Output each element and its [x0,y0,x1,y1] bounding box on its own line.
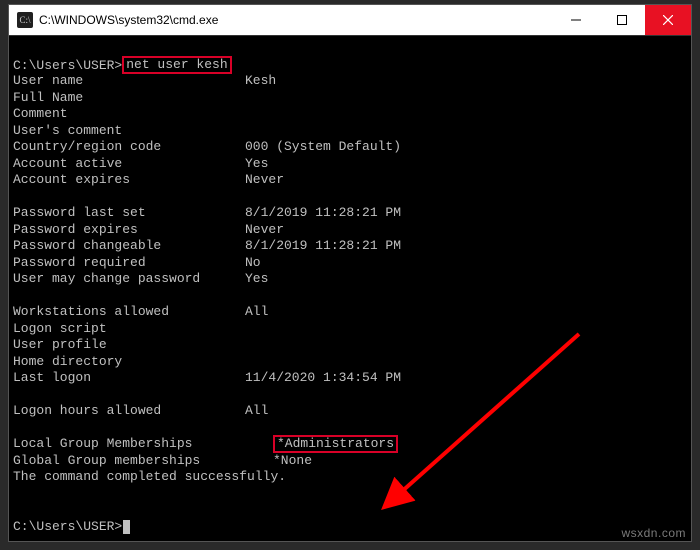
row-value: 11/4/2020 1:34:54 PM [245,370,401,387]
window-title: C:\WINDOWS\system32\cmd.exe [39,13,553,27]
row-value: All [245,403,268,420]
row-value: No [245,255,261,272]
row-label: Home directory [13,354,245,371]
row-label: Logon hours allowed [13,403,245,420]
output-row: Logon script [13,321,691,338]
output-row: Account activeYes [13,156,691,173]
prompt: C:\Users\USER> [13,58,122,73]
global-group-row: Global Group memberships *None [13,453,691,470]
output-row: User's comment [13,123,691,140]
row-label: Country/region code [13,139,245,156]
row-label: Account active [13,156,245,173]
prompt-line: C:\Users\USER> [13,519,691,536]
minimize-icon [571,15,581,25]
completion-message: The command completed successfully. [13,469,691,486]
title-bar[interactable]: C:\ C:\WINDOWS\system32\cmd.exe [9,5,691,35]
output-row: Account expiresNever [13,172,691,189]
row-label: Workstations allowed [13,304,245,321]
row-value: 000 (System Default) [245,139,401,156]
row-label: Full Name [13,90,245,107]
blank-line [13,40,691,57]
local-group-label: Local Group Memberships [13,436,273,453]
highlighted-admin-group: *Administrators [273,435,398,453]
row-label: User's comment [13,123,245,140]
output-row: Last logon11/4/2020 1:34:54 PM [13,370,691,387]
row-label: User may change password [13,271,245,288]
row-value: Yes [245,271,268,288]
global-group-value: *None [273,453,312,470]
watermark: wsxdn.com [621,526,686,540]
blank-line [13,420,691,437]
output-row: Logon hours allowedAll [13,403,691,420]
rows-block-4: Logon hours allowedAll [13,403,691,420]
output-row: Workstations allowedAll [13,304,691,321]
output-row: Comment [13,106,691,123]
prompt: C:\Users\USER> [13,519,122,534]
output-row: User profile [13,337,691,354]
row-label: Logon script [13,321,245,338]
app-icon: C:\ [17,12,33,28]
row-value: All [245,304,268,321]
close-icon [663,15,673,25]
output-row: Full Name [13,90,691,107]
row-label: Password changeable [13,238,245,255]
row-value: Never [245,172,284,189]
output-row: Password changeable8/1/2019 11:28:21 PM [13,238,691,255]
row-value: 8/1/2019 11:28:21 PM [245,205,401,222]
minimize-button[interactable] [553,5,599,35]
rows-block-1: User nameKeshFull NameCommentUser's comm… [13,73,691,189]
row-value: Never [245,222,284,239]
blank-line [13,486,691,503]
close-button[interactable] [645,5,691,35]
row-label: Comment [13,106,245,123]
row-value: Kesh [245,73,276,90]
cursor [123,520,130,534]
maximize-icon [617,15,627,25]
output-row: User nameKesh [13,73,691,90]
blank-line [13,288,691,305]
rows-block-3: Workstations allowedAllLogon scriptUser … [13,304,691,387]
blank-line [13,189,691,206]
command-line: C:\Users\USER>net user kesh [13,57,691,74]
terminal-output[interactable]: C:\Users\USER>net user kesh User nameKes… [9,35,691,541]
row-label: Last logon [13,370,245,387]
global-group-label: Global Group memberships [13,453,273,470]
rows-block-2: Password last set8/1/2019 11:28:21 PMPas… [13,205,691,288]
row-value: 8/1/2019 11:28:21 PM [245,238,401,255]
row-label: Password expires [13,222,245,239]
output-row: Home directory [13,354,691,371]
output-row: Password requiredNo [13,255,691,272]
local-group-row: Local Group Memberships *Administrators [13,436,691,453]
output-row: User may change passwordYes [13,271,691,288]
output-row: Password expiresNever [13,222,691,239]
blank-line [13,502,691,519]
output-row: Country/region code000 (System Default) [13,139,691,156]
highlighted-command: net user kesh [122,56,231,74]
row-value: Yes [245,156,268,173]
row-label: User name [13,73,245,90]
blank-line [13,387,691,404]
maximize-button[interactable] [599,5,645,35]
row-label: User profile [13,337,245,354]
row-label: Password required [13,255,245,272]
output-row: Password last set8/1/2019 11:28:21 PM [13,205,691,222]
row-label: Account expires [13,172,245,189]
cmd-window: C:\ C:\WINDOWS\system32\cmd.exe C:\Users… [8,4,692,542]
row-label: Password last set [13,205,245,222]
